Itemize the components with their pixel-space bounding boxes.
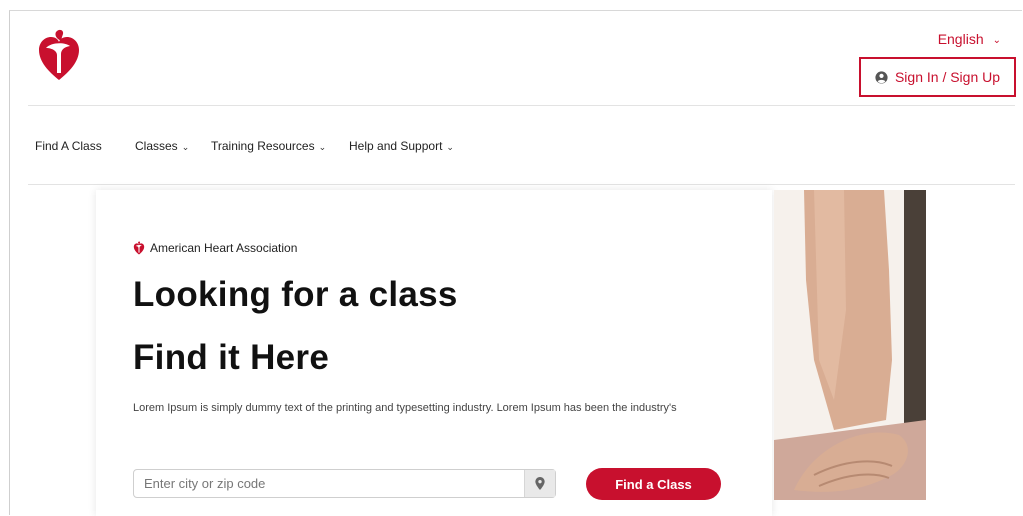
cpr-hands-image (774, 190, 926, 500)
nav-item-label: Find A Class (35, 139, 102, 153)
chevron-down-icon: ⌄ (318, 141, 327, 152)
cpr-photo (774, 190, 926, 500)
nav-classes[interactable]: Classes ⌄ (135, 139, 189, 153)
hero-title-line1: Looking for a class (133, 275, 458, 314)
language-label: English (937, 31, 984, 47)
chevron-down-icon: ⌄ (181, 141, 190, 152)
nav-item-label: Classes (135, 139, 178, 153)
location-pin-icon (535, 477, 545, 490)
nav-item-label: Help and Support (349, 139, 443, 153)
nav-divider (28, 184, 1015, 185)
brand-name: American Heart Association (150, 241, 298, 255)
nav-find-a-class[interactable]: Find A Class (35, 139, 102, 153)
nav-training-resources[interactable]: Training Resources ⌄ (211, 139, 326, 153)
find-a-class-button[interactable]: Find a Class (586, 468, 721, 500)
nav-item-label: Training Resources (211, 139, 315, 153)
user-circle-icon (875, 70, 888, 84)
header-divider (28, 105, 1015, 106)
location-search (133, 469, 556, 498)
brand-line: American Heart Association (133, 241, 297, 255)
signin-button[interactable]: Sign In / Sign Up (859, 57, 1016, 97)
chevron-down-icon: ⌄ (446, 141, 454, 152)
location-pin-button[interactable] (524, 470, 555, 497)
language-selector[interactable]: English ⌄ (938, 31, 1001, 47)
city-zip-input[interactable] (134, 470, 524, 497)
aha-logo[interactable] (37, 28, 81, 82)
hero-title-line2: Find it Here (133, 338, 330, 377)
hero-description: Lorem Ipsum is simply dummy text of the … (133, 402, 677, 414)
signin-label: Sign In / Sign Up (894, 69, 1001, 85)
nav-help-and-support[interactable]: Help and Support ⌄ (349, 139, 454, 153)
chevron-down-icon: ⌄ (992, 34, 1001, 46)
heart-logo-icon (133, 241, 145, 255)
